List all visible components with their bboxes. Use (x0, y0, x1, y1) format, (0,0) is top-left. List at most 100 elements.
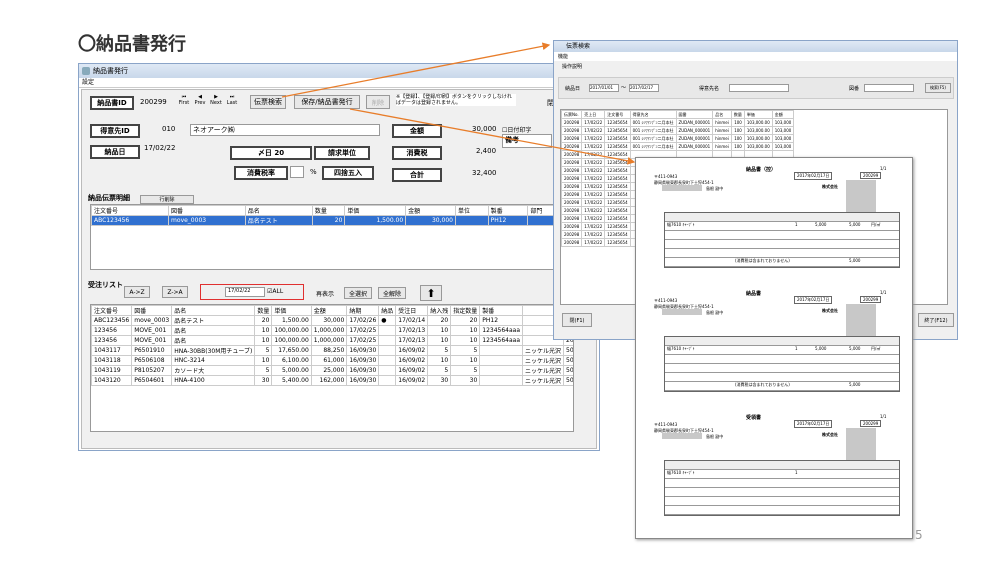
window-titlebar: 納品書発行 – (79, 64, 599, 78)
menu-settings[interactable]: 設定 (79, 78, 599, 88)
order-row[interactable]: 1043118 P6506108 HNC-3214 10 6,100.00 61,000 1… (91, 355, 573, 366)
table-cell: 88,250 (310, 345, 348, 356)
column-header[interactable]: 金額 (405, 205, 456, 216)
column-header[interactable]: 金額 (310, 305, 348, 316)
column-header[interactable]: 製番 (479, 305, 524, 316)
doc-page: 1/1 (880, 290, 887, 295)
table-cell: ZUDAN_000001 (675, 142, 714, 151)
order-row[interactable]: 1043119 P8105207 カソード大 5 5,000.00 25,000 16/09… (91, 365, 573, 376)
customer-search-field[interactable] (729, 84, 789, 92)
column-header[interactable]: 注文番号 (604, 110, 631, 119)
column-header[interactable]: 金額 (771, 110, 795, 119)
close-f1-button[interactable]: 閉(F1) (562, 313, 592, 327)
save-issue-button[interactable]: 保存/納品書発行 (294, 95, 360, 109)
delivery-date-field[interactable]: 17/02/22 (142, 144, 186, 156)
column-header[interactable]: 納期 (346, 305, 380, 316)
column-header[interactable]: 売上日 (581, 110, 606, 119)
customer-id-value[interactable]: 010 (162, 125, 175, 133)
doc-no: 200299 (860, 420, 882, 427)
search-menu[interactable]: 機能 (554, 52, 957, 61)
invoice-window: 納品書発行 – 設定 納品書ID 200299 ⏮First ◀Prev ▶Ne… (78, 63, 600, 451)
table-cell: HNC-3214 (171, 355, 256, 366)
column-header[interactable]: 納品 (378, 305, 397, 316)
column-header[interactable]: 数量 (311, 205, 346, 216)
table-cell (378, 375, 397, 386)
end-f12-button[interactable]: 終了(F12) (918, 313, 954, 327)
date-print-checkbox[interactable]: ☐日付印字 (502, 125, 531, 134)
row-delete-tab[interactable]: 行削除 (140, 195, 194, 204)
column-header[interactable]: 品名 (712, 110, 732, 119)
first-button[interactable]: ⏮ First (177, 94, 191, 106)
help-link[interactable]: 操作説明 (554, 61, 957, 72)
order-section-title: 受注リスト (88, 281, 123, 289)
table-cell: 12345654 (604, 174, 631, 183)
table-cell: 10 (254, 325, 273, 336)
column-header[interactable]: 品名 (171, 305, 256, 316)
table-cell: 1043118 (91, 355, 133, 366)
table-cell: 17/02/22 (581, 126, 606, 135)
up-arrow-icon[interactable]: ⬆ (420, 285, 442, 301)
column-header[interactable]: 単価 (344, 205, 407, 216)
search-row[interactable]: 200298 17/02/22 12345654 001 ｼﾝﾜｱﾝﾌﾟﾝ二月本社 ZU… (561, 134, 795, 143)
table-cell: 1,000,000 (310, 335, 348, 346)
date-to-field[interactable]: 2017/02/17 (629, 84, 659, 92)
filter-date-select[interactable]: 17/02/22 (225, 287, 265, 297)
column-header[interactable]: 注文番号 (91, 305, 133, 316)
refresh-button[interactable]: 再表示 (312, 288, 338, 299)
column-header[interactable]: 図番 (675, 110, 714, 119)
table-cell: hinmei (712, 134, 732, 143)
column-header[interactable]: 得意先名 (629, 110, 677, 119)
column-header[interactable]: 伝票No. (561, 110, 583, 119)
column-header[interactable]: 納入残 (427, 305, 452, 316)
select-all-button[interactable]: 全選択 (344, 287, 372, 299)
percent-sign: % (310, 168, 317, 176)
all-checkbox[interactable]: ☑ALL (267, 288, 283, 295)
table-cell: 103,000 (771, 118, 795, 127)
column-header[interactable]: 受注日 (395, 305, 429, 316)
customer-name-field[interactable]: ネオアーク㈱ (190, 124, 380, 136)
doc-amount: 5,000 (849, 346, 861, 351)
sort-desc-button[interactable]: Z->A (162, 286, 188, 298)
search-exec-button[interactable]: 検索(F5) (925, 83, 951, 93)
column-header[interactable]: 指定数量 (450, 305, 481, 316)
last-button[interactable]: ⏭ Last (225, 94, 239, 106)
column-header[interactable]: 図番 (131, 305, 173, 316)
column-header[interactable]: 数量 (254, 305, 273, 316)
detail-row[interactable]: ABC123456 move_0003 品名テスト 20 1,500.00 30,000 P… (90, 215, 561, 226)
order-row[interactable]: 1043120 P6504601 HNA-4100 30 5,400.00 162,000… (91, 375, 573, 386)
table-cell: 12345654 (604, 142, 631, 151)
column-header[interactable]: 単価 (743, 110, 773, 119)
search-row[interactable]: 200298 17/02/22 12345654 001 ｼﾝﾜｱﾝﾌﾟﾝ二月本社 ZU… (561, 142, 795, 151)
order-row[interactable]: 123456 MOVE_001 品名 10 100,000.00 1,000,000 17/… (91, 335, 573, 346)
date-from-field[interactable]: 2017/01/01 (589, 84, 619, 92)
tax-rate-field[interactable] (290, 166, 304, 178)
search-button[interactable]: 伝票検索 (250, 95, 286, 109)
column-header[interactable]: 図番 (168, 205, 246, 216)
drawing-search-field[interactable] (864, 84, 914, 92)
column-header[interactable]: 単位 (454, 205, 489, 216)
invoice-no-value[interactable]: 200299 (140, 98, 167, 106)
table-cell: 10 (427, 335, 452, 346)
delete-button[interactable]: 削除 (366, 95, 390, 109)
order-row[interactable]: 1043117 P6501910 HNA-30BB(30M用チューブ) 5 17,650… (91, 345, 573, 356)
order-row[interactable]: ABC123456 move_0003 品名テスト 20 1,500.00 30,000 1… (91, 315, 573, 326)
column-header[interactable]: 単価 (271, 305, 312, 316)
sort-asc-button[interactable]: A->Z (124, 286, 150, 298)
table-cell: 17/02/22 (581, 150, 606, 159)
prev-button[interactable]: ◀ Prev (193, 94, 207, 106)
table-cell: 162,000 (310, 375, 348, 386)
table-cell: 5,400.00 (271, 375, 312, 386)
table-cell: 200298 (561, 182, 583, 191)
column-header[interactable]: 注文番号 (90, 205, 170, 216)
search-row[interactable]: 200298 17/02/22 12345654 001 ｼﾝﾜｱﾝﾌﾟﾝ二月本社 ZU… (561, 118, 795, 127)
next-button[interactable]: ▶ Next (209, 94, 223, 106)
column-header[interactable]: 品名 (244, 205, 313, 216)
doc-recipient: 島根 副中 (706, 434, 724, 439)
column-header[interactable]: 製番 (487, 205, 529, 216)
table-header: 伝票No. 売上日 注文番号 得意先名 図番 品名 数量 単価 金額 (561, 110, 795, 119)
search-row[interactable]: 200298 17/02/22 12345654 001 ｼﾝﾜｱﾝﾌﾟﾝ二月本社 ZU… (561, 126, 795, 135)
clear-all-button[interactable]: 全解除 (378, 287, 406, 299)
table-cell: hinmei (712, 142, 732, 151)
order-row[interactable]: 123456 MOVE_001 品名 10 100,000.00 1,000,000 17/… (91, 325, 573, 336)
column-header[interactable]: 数量 (730, 110, 745, 119)
